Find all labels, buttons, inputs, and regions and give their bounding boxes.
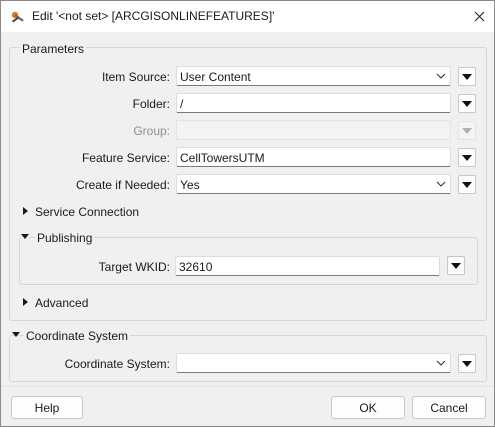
publishing-toggle[interactable]: Publishing [19, 229, 119, 247]
target-wkid-value: 32610 [179, 260, 213, 274]
coordinate-system-combo[interactable] [176, 353, 451, 373]
cancel-button[interactable]: Cancel [412, 396, 486, 419]
window-title: Edit '<not set> [ARCGISONLINEFEATURES]' [32, 9, 275, 23]
item-source-value: User Content [180, 70, 251, 84]
folder-label: Folder: [132, 97, 170, 111]
coordinate-system-toggle[interactable]: Coordinate System [9, 327, 149, 345]
chevron-down-icon [436, 360, 446, 366]
service-connection-toggle[interactable]: Service Connection [19, 203, 219, 221]
advanced-label: Advanced [35, 296, 89, 310]
coordinate-system-label: Coordinate System: [64, 357, 170, 371]
folder-value: / [180, 97, 184, 111]
help-button[interactable]: Help [11, 396, 83, 419]
triangle-down-icon [462, 360, 472, 367]
chevron-down-icon [436, 73, 446, 79]
feature-service-menu-button[interactable] [458, 148, 476, 167]
create-if-needed-combo[interactable]: Yes [176, 174, 451, 194]
create-if-needed-label: Create if Needed: [75, 178, 170, 192]
advanced-toggle[interactable]: Advanced [19, 294, 219, 312]
edit-dialog: Edit '<not set> [ARCGISONLINEFEATURES]' … [0, 0, 495, 427]
footer-divider [1, 386, 494, 387]
group-label: Group: [133, 124, 170, 138]
fme-transformer-icon [11, 11, 24, 23]
item-source-menu-button[interactable] [458, 67, 476, 86]
feature-service-field[interactable]: CellTowersUTM [176, 147, 451, 167]
folder-menu-button[interactable] [458, 94, 476, 113]
publishing-label: Publishing [35, 231, 95, 245]
chevron-down-icon [436, 181, 446, 187]
expand-arrow-icon [23, 298, 28, 306]
triangle-down-icon [462, 127, 472, 134]
create-if-needed-menu-button[interactable] [458, 175, 476, 194]
item-source-label: Item Source: [101, 70, 170, 84]
create-if-needed-value: Yes [180, 178, 200, 192]
close-button[interactable] [466, 4, 492, 28]
collapse-arrow-icon [12, 332, 20, 337]
feature-service-label: Feature Service: [81, 151, 170, 165]
target-wkid-field[interactable]: 32610 [175, 256, 440, 276]
feature-service-value: CellTowersUTM [180, 151, 265, 165]
coordinate-system-menu-button[interactable] [458, 354, 476, 373]
target-wkid-menu-button[interactable] [447, 256, 465, 275]
triangle-down-icon [451, 262, 461, 269]
folder-field[interactable]: / [176, 93, 451, 113]
collapse-arrow-icon [21, 234, 29, 239]
triangle-down-icon [462, 154, 472, 161]
close-icon [474, 11, 484, 21]
coordinate-system-group-title: Coordinate System [24, 329, 131, 343]
triangle-down-icon [462, 73, 472, 80]
ok-button[interactable]: OK [331, 396, 405, 419]
target-wkid-label: Target WKID: [98, 260, 170, 274]
item-source-combo[interactable]: User Content [176, 66, 451, 86]
parameters-group-title: Parameters [20, 42, 87, 56]
group-menu-button [458, 121, 476, 140]
expand-arrow-icon [23, 207, 28, 215]
service-connection-label: Service Connection [35, 205, 140, 219]
triangle-down-icon [462, 100, 472, 107]
triangle-down-icon [462, 181, 472, 188]
group-field [176, 120, 451, 140]
title-bar: Edit '<not set> [ARCGISONLINEFEATURES]' [1, 1, 494, 32]
